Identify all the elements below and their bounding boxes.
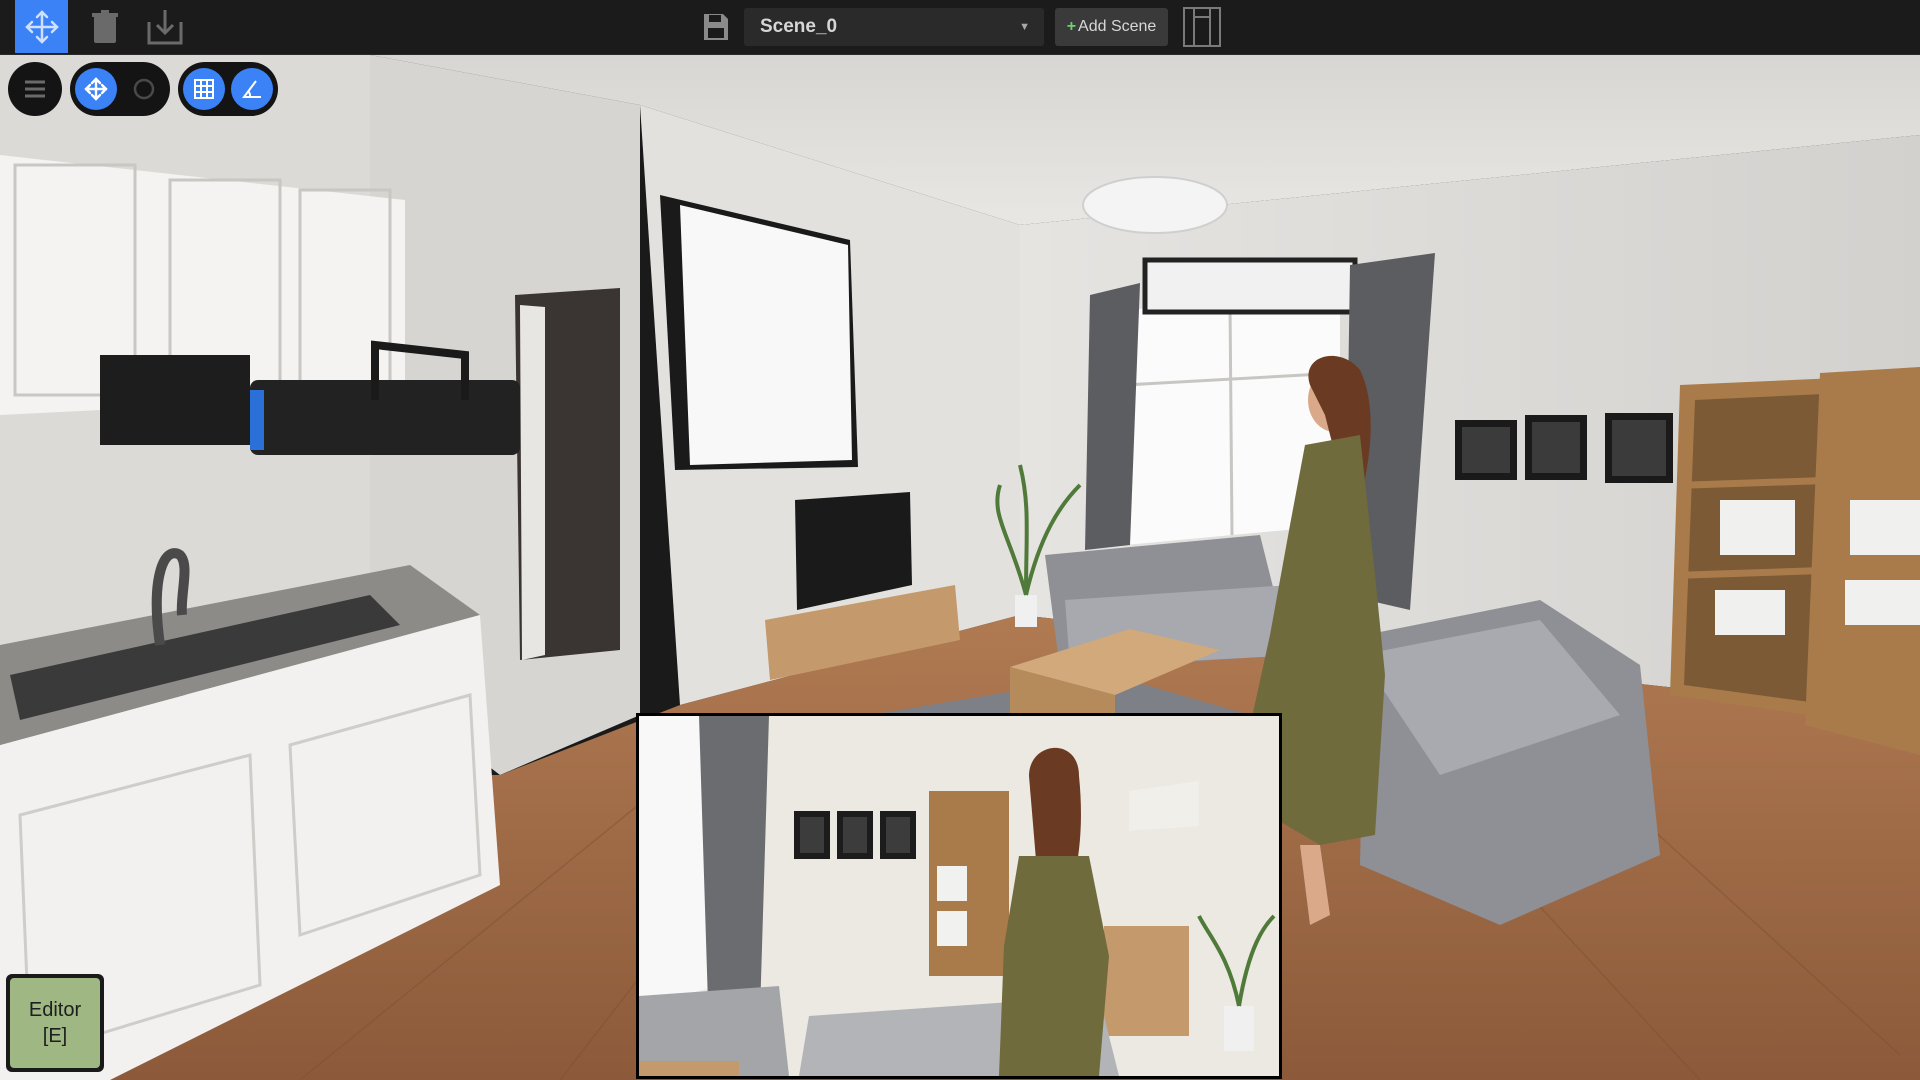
import-icon: [147, 10, 183, 45]
editor-label: Editor: [28, 999, 82, 1021]
menu-button[interactable]: [14, 68, 56, 110]
trash-icon: [92, 10, 118, 43]
angle-snap-button[interactable]: [231, 68, 273, 110]
list-menu-icon: [25, 80, 45, 98]
add-scene-label: Add Scene: [1078, 18, 1157, 35]
add-scene-button[interactable]: + Add Scene: [1055, 8, 1168, 46]
grid-snap-icon: [194, 79, 214, 99]
transform-tools-pill: [70, 62, 170, 116]
viewport-menu-pill: [8, 62, 62, 116]
editor-shortcut: [E]: [42, 1025, 68, 1047]
layout-button[interactable]: [1182, 0, 1222, 54]
floppy-disk-icon: [704, 14, 728, 40]
move-mode-button[interactable]: [75, 68, 117, 110]
move-arrows-icon: [24, 9, 59, 44]
chevron-down-icon: ▼: [1019, 21, 1030, 33]
top-toolbar: Scene_0 ▼ + Add Scene: [0, 0, 1920, 55]
delete-button[interactable]: [85, 0, 125, 54]
editor-mode-face: Editor [E]: [10, 978, 100, 1068]
snap-tools-pill: [178, 62, 278, 116]
import-button[interactable]: [140, 0, 190, 54]
camera-preview[interactable]: [636, 713, 1282, 1079]
angle-snap-icon: [242, 80, 261, 98]
move-arrows-icon: [84, 77, 108, 101]
rotate-icon: [133, 78, 155, 100]
plus-icon: +: [1066, 18, 1077, 35]
rotate-mode-button[interactable]: [123, 68, 165, 110]
save-button[interactable]: [698, 0, 734, 54]
camera-preview-render: [639, 716, 1279, 1076]
editor-mode-button[interactable]: Editor [E]: [6, 974, 104, 1072]
grid-snap-button[interactable]: [183, 68, 225, 110]
move-tool-button[interactable]: [15, 0, 68, 53]
scene-select[interactable]: Scene_0 ▼: [744, 8, 1044, 46]
layout-panels-icon: [1183, 7, 1221, 47]
scene-select-value: Scene_0: [760, 16, 838, 37]
